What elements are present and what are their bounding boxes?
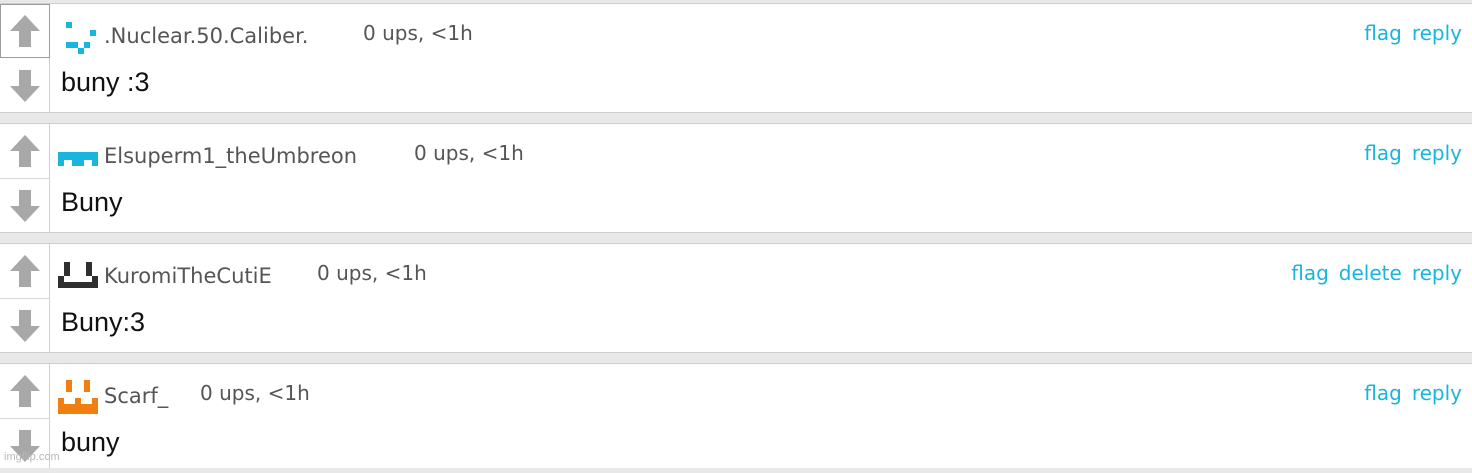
avatar[interactable] [58, 376, 98, 416]
avatar-icon [66, 22, 96, 54]
flag-link[interactable]: flag [1364, 21, 1402, 45]
avatar[interactable] [58, 16, 98, 56]
arrow-up-icon [10, 15, 40, 47]
arrow-down-icon [9, 190, 40, 222]
avatar-icon [58, 380, 98, 414]
comment-text: buny [61, 427, 120, 457]
username[interactable]: .Nuclear.50.Caliber. [104, 24, 308, 48]
avatar[interactable] [58, 256, 98, 296]
reply-link[interactable]: reply [1412, 141, 1462, 165]
arrow-up-icon [9, 135, 40, 167]
comment: Scarf_ 0 ups, <1h flag reply buny [0, 363, 1472, 468]
comment-text: buny :3 [61, 67, 150, 97]
comment-actions: flag reply [1364, 21, 1462, 45]
watermark: imgflip.com [4, 451, 60, 463]
downvote-button[interactable] [0, 419, 49, 473]
avatar[interactable] [58, 136, 98, 176]
comment-actions: flag delete reply [1291, 261, 1462, 285]
arrow-up-icon [9, 255, 40, 287]
downvote-button[interactable] [0, 59, 49, 113]
comment: KuromiTheCutiE 0 ups, <1h flag delete re… [0, 243, 1472, 353]
avatar-icon [58, 152, 98, 166]
comment-actions: flag reply [1364, 141, 1462, 165]
username[interactable]: Scarf_ [104, 384, 168, 408]
reply-link[interactable]: reply [1412, 261, 1462, 285]
avatar-icon [58, 262, 98, 288]
comment-actions: flag reply [1364, 381, 1462, 405]
comment: Elsuperm1_theUmbreon 0 ups, <1h flag rep… [0, 123, 1472, 233]
comment-meta: 0 ups, <1h [200, 381, 310, 405]
arrow-up-icon [9, 375, 40, 407]
comment-meta: 0 ups, <1h [363, 21, 473, 45]
flag-link[interactable]: flag [1364, 141, 1402, 165]
username[interactable]: Elsuperm1_theUmbreon [104, 144, 357, 168]
delete-link[interactable]: delete [1339, 261, 1402, 285]
upvote-button[interactable] [0, 124, 49, 179]
upvote-button[interactable] [0, 364, 49, 419]
upvote-button[interactable] [0, 244, 49, 299]
vote-column [0, 4, 50, 112]
downvote-button[interactable] [0, 299, 49, 353]
comment-meta: 0 ups, <1h [317, 261, 427, 285]
upvote-button[interactable] [0, 4, 50, 58]
flag-link[interactable]: flag [1291, 261, 1329, 285]
reply-link[interactable]: reply [1412, 381, 1462, 405]
comment: .Nuclear.50.Caliber. 0 ups, <1h flag rep… [0, 3, 1472, 113]
comment-text: Buny:3 [61, 307, 146, 337]
arrow-down-icon [9, 310, 40, 342]
downvote-button[interactable] [0, 179, 49, 233]
flag-link[interactable]: flag [1364, 381, 1402, 405]
reply-link[interactable]: reply [1412, 21, 1462, 45]
vote-column [0, 244, 50, 352]
comment-text: Buny [61, 187, 123, 217]
arrow-down-icon [9, 70, 40, 102]
comment-meta: 0 ups, <1h [414, 141, 524, 165]
vote-column [0, 124, 50, 232]
username[interactable]: KuromiTheCutiE [104, 264, 272, 288]
